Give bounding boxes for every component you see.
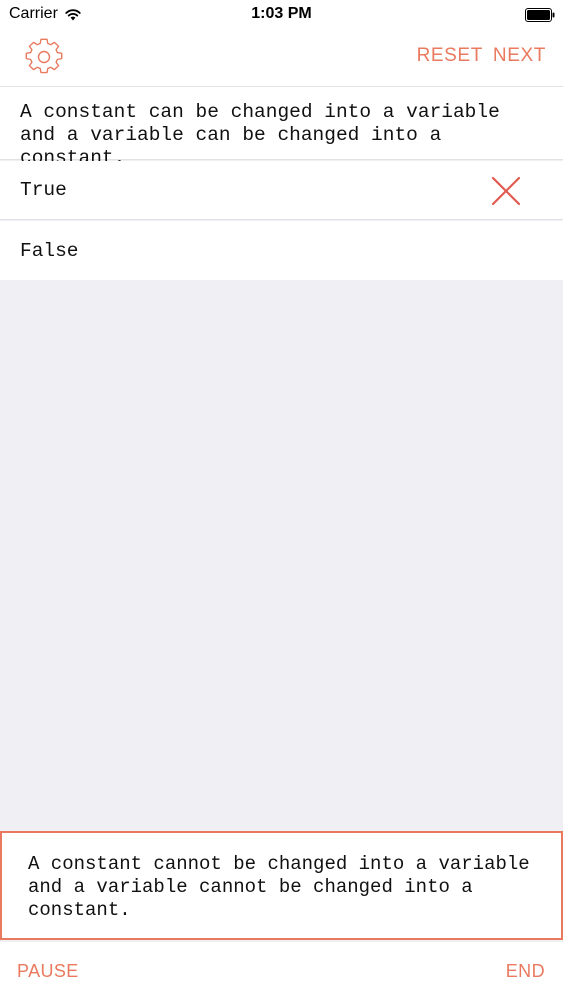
answer-label: False xyxy=(20,239,79,262)
next-button[interactable]: NEXT xyxy=(493,45,546,67)
status-bar: Carrier 1:03 PM xyxy=(0,0,563,30)
answer-label: True xyxy=(20,179,67,201)
bottom-bar: PAUSE END xyxy=(0,942,563,1000)
gear-icon[interactable] xyxy=(25,38,63,76)
question-text: A constant can be changed into a variabl… xyxy=(0,87,563,169)
cross-icon xyxy=(491,176,521,206)
nav-actions: RESET NEXT xyxy=(417,45,546,67)
battery-icon xyxy=(525,8,555,22)
answer-option-true[interactable]: True xyxy=(0,161,563,220)
end-button[interactable]: END xyxy=(506,961,545,982)
reset-button[interactable]: RESET xyxy=(417,45,483,67)
clock: 1:03 PM xyxy=(251,5,312,22)
navigation-bar: RESET NEXT xyxy=(0,30,563,87)
explanation-box: A constant cannot be changed into a vari… xyxy=(0,831,563,940)
pause-button[interactable]: PAUSE xyxy=(17,961,79,982)
answer-option-false[interactable]: False xyxy=(0,221,563,280)
